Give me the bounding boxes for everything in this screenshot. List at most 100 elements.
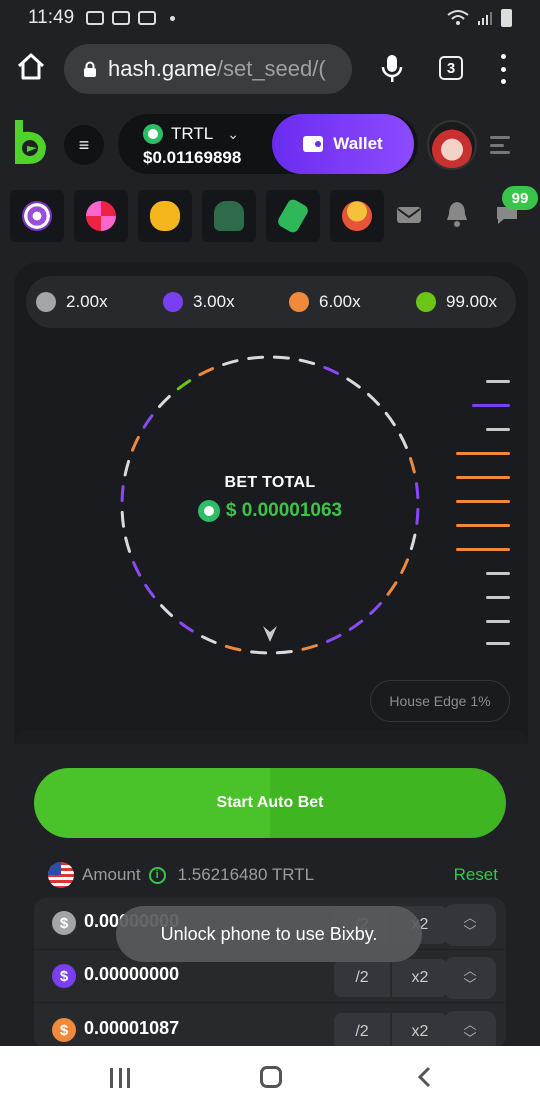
multiplier-dot: [36, 292, 56, 312]
history-bar: [486, 572, 510, 575]
more-menu-icon[interactable]: [496, 54, 510, 84]
status-time: 11:49: [28, 7, 75, 28]
multiplier-label: 2.00x: [66, 292, 108, 311]
multiplier-label: 6.00x: [319, 292, 361, 311]
double-button[interactable]: x2: [392, 959, 448, 997]
bet-row: $ 0.00001087 /2 x2 ︿ ﹀: [34, 1005, 506, 1048]
stepper-icon[interactable]: ︿ ﹀: [444, 904, 496, 946]
gallery-icon: [138, 11, 157, 25]
balance-value: $0.01169898: [143, 148, 242, 167]
history-bar: [486, 596, 510, 599]
bixby-toast: Unlock phone to use Bixby.: [116, 906, 422, 962]
menu-list-icon[interactable]: [490, 136, 510, 154]
star-target-icon[interactable]: [10, 190, 64, 242]
multiplier-option[interactable]: 3.00x: [163, 292, 235, 312]
currency-label: TRTL: [171, 124, 214, 143]
wheel-segment: [179, 621, 194, 633]
dollar-coin-icon: $: [52, 1018, 76, 1042]
wheel-segment: [131, 436, 140, 452]
battery-icon: [501, 9, 512, 27]
address-bar[interactable]: hash.game/set_seed/(: [64, 44, 352, 94]
wheel-segment: [222, 359, 239, 366]
reset-button[interactable]: Reset: [454, 865, 498, 885]
bet-total-amount: $ 0.00001063: [225, 500, 343, 521]
microphone-icon[interactable]: [380, 54, 404, 84]
wheel-segment: [398, 433, 408, 449]
history-bar: [486, 428, 510, 431]
wallet-button[interactable]: Wallet: [272, 114, 414, 174]
result-history: [452, 378, 512, 648]
wheel-segment: [386, 581, 398, 596]
alien-icon[interactable]: [202, 190, 256, 242]
wheel-segment: [369, 602, 382, 615]
history-bar: [456, 548, 510, 551]
multiplier-option[interactable]: 2.00x: [36, 292, 108, 312]
multiplier-label: 99.00x: [446, 292, 498, 311]
more-notifications-icon: [170, 15, 176, 21]
wheel-segment: [323, 366, 339, 375]
bet-total-label: BET TOTAL: [224, 474, 316, 491]
home-icon[interactable]: [16, 52, 46, 82]
hamburger-menu-button[interactable]: ≡: [64, 125, 104, 165]
multiplier-legend: 2.00x 3.00x 6.00x 99.00x: [26, 276, 516, 328]
wallet-icon: [303, 136, 324, 152]
amount-row: Amount i 1.56216480 TRTL Reset: [48, 862, 498, 888]
wheel-segment: [301, 644, 318, 651]
wifi-icon: [447, 10, 469, 25]
wheel-icon[interactable]: [74, 190, 128, 242]
piggy-bank-icon[interactable]: [138, 190, 192, 242]
url-path: /set_seed/(: [216, 56, 326, 81]
history-bar: [456, 524, 510, 527]
wheel-segment: [158, 395, 171, 408]
dollar-coin-icon: $: [52, 911, 76, 935]
wheel-segment: [400, 558, 409, 574]
multiplier-option[interactable]: 99.00x: [416, 292, 497, 312]
signal-icon: [478, 12, 492, 25]
avatar[interactable]: [427, 120, 477, 170]
back-icon[interactable]: [414, 1066, 436, 1088]
home-nav-icon[interactable]: [260, 1066, 282, 1088]
multiplier-dot: [163, 292, 183, 312]
bet-value[interactable]: 0.00001087: [84, 1018, 179, 1039]
multiplier-label: 3.00x: [193, 292, 235, 311]
panel-divider: [14, 730, 528, 744]
wheel-segment: [348, 619, 364, 631]
coin-stack-icon[interactable]: [330, 190, 384, 242]
start-auto-bet-button[interactable]: Start Auto Bet: [34, 768, 506, 838]
multiplier-option[interactable]: 6.00x: [289, 292, 361, 312]
history-bar: [486, 620, 510, 623]
stepper-icon[interactable]: ︿ ﹀: [444, 957, 496, 999]
wheel-segment: [367, 393, 380, 406]
system-navigation-bar: [0, 1046, 540, 1110]
wallet-label: Wallet: [333, 134, 383, 153]
tab-switcher-button[interactable]: 3: [439, 56, 463, 80]
halve-button[interactable]: /2: [334, 1013, 390, 1048]
wheel-segment: [123, 459, 131, 477]
bet-value[interactable]: 0.00000000: [84, 964, 179, 985]
wheel-segment: [272, 355, 290, 360]
url-host: hash.game: [108, 56, 217, 81]
bell-icon[interactable]: [444, 200, 470, 228]
history-bar: [456, 452, 510, 455]
bc-logo-icon[interactable]: [12, 118, 50, 166]
stepper-icon[interactable]: ︿ ﹀: [444, 1011, 496, 1048]
app-header: ≡ TRTL ⌄ $0.01169898 Wallet: [0, 104, 540, 184]
wheel-segment: [160, 604, 173, 617]
chat-unread-badge: 99: [502, 186, 538, 210]
wheel-segment: [275, 650, 293, 655]
wheel-segment: [224, 644, 242, 652]
price-tag-icon[interactable]: [266, 190, 320, 242]
info-icon[interactable]: i: [148, 866, 166, 884]
chevron-down-icon: ⌄: [227, 125, 239, 142]
wheel-segment: [250, 650, 268, 655]
multiplier-dot: [289, 292, 309, 312]
dollar-coin-icon: $: [52, 964, 76, 988]
halve-button[interactable]: /2: [334, 959, 390, 997]
mail-icon[interactable]: [396, 204, 422, 226]
double-button[interactable]: x2: [392, 1013, 448, 1048]
bet-total-value: $ 0.00001063: [170, 500, 370, 522]
wheel-segment: [201, 635, 217, 644]
wheel-segment: [132, 561, 142, 577]
trtl-coin-icon: [143, 124, 163, 144]
recent-apps-icon[interactable]: [110, 1068, 130, 1088]
